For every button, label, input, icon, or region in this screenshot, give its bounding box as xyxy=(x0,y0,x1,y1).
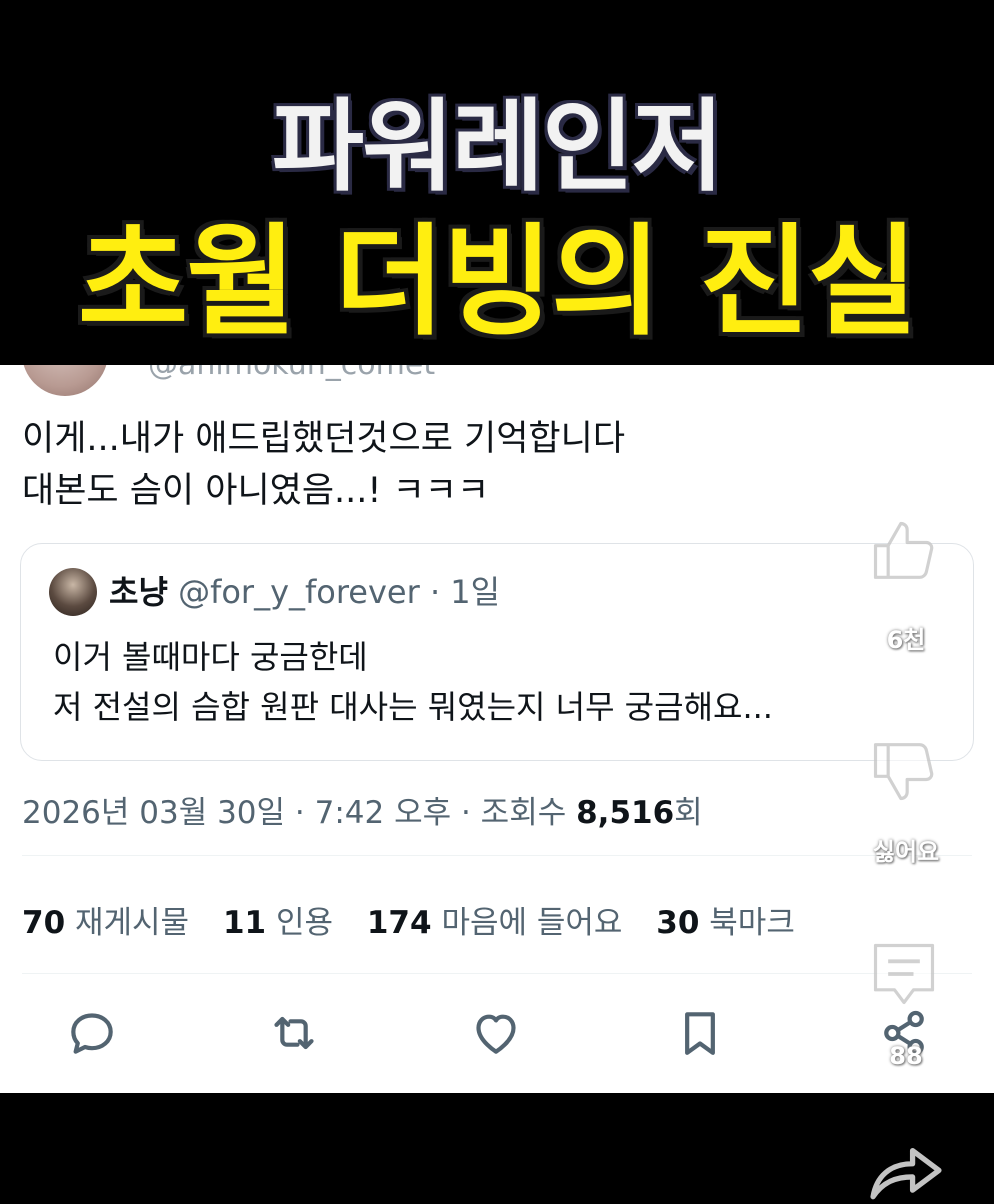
likes-count: 174 xyxy=(366,905,432,941)
banner-title-line2: 초월 더빙의 진실 xyxy=(77,213,918,352)
quoted-avatar[interactable] xyxy=(49,568,97,616)
title-banner: 파워레인저 초월 더빙의 진실 xyxy=(0,0,994,365)
likes-label: 마음에 들어요 xyxy=(441,905,623,941)
tweet-text: 이게...내가 애드립했던것으로 기억합니다 대본도 슴이 아니였음...! ㅋ… xyxy=(22,413,625,517)
view-count: 8,516 xyxy=(576,795,675,831)
tweet-text-line1: 이게...내가 애드립했던것으로 기억합니다 xyxy=(22,419,626,459)
bookmarks-stat[interactable]: 30 북마크 xyxy=(656,905,795,941)
quoted-text-line1: 이거 볼때마다 궁금한데 xyxy=(53,638,368,676)
bookmark-button[interactable] xyxy=(672,1005,728,1061)
heart-icon xyxy=(476,1014,516,1054)
thumbs-down-icon xyxy=(873,743,934,801)
bottom-bar xyxy=(0,1093,994,1200)
comment-overlay-button[interactable] xyxy=(866,934,942,1014)
bookmarks-count: 30 xyxy=(656,905,700,941)
author-avatar[interactable] xyxy=(22,365,108,396)
retweet-button[interactable] xyxy=(266,1005,322,1061)
author-handle[interactable]: @animokun_comet xyxy=(148,365,435,382)
tweet-timestamp[interactable]: 2026년 03월 30일 · 7:42 오후 · 조회수 xyxy=(22,795,576,831)
banner-title-line1: 파워레인저 xyxy=(272,88,724,205)
quotes-label: 인용 xyxy=(275,905,333,941)
reply-button[interactable] xyxy=(64,1005,120,1061)
tweet-meta: 2026년 03월 30일 · 7:42 오후 · 조회수 8,516회 xyxy=(22,787,703,832)
forward-arrow-icon xyxy=(870,1147,942,1200)
tweet-card: @animokun_comet 이게...내가 애드립했던것으로 기억합니다 대… xyxy=(0,365,994,1093)
quotes-count: 11 xyxy=(222,905,267,941)
quoted-time: · 1일 xyxy=(419,573,501,611)
engagement-stats: 70 재게시물 11 인용 174 마음에 들어요 30 북마크 xyxy=(22,897,819,942)
action-bar xyxy=(0,1005,994,1065)
quoted-name[interactable]: 초냥 xyxy=(109,573,168,611)
like-overlay-count: 6천 xyxy=(886,626,926,654)
divider xyxy=(22,973,972,974)
bookmarks-label: 북마크 xyxy=(709,905,795,941)
retweets-label: 재게시물 xyxy=(75,905,190,941)
forward-overlay-button[interactable] xyxy=(866,1144,946,1200)
share-overlay-count: 88 xyxy=(889,1042,923,1070)
divider xyxy=(22,855,972,856)
retweets-stat[interactable]: 70 재게시물 xyxy=(22,905,189,941)
bookmark-icon xyxy=(685,1012,715,1055)
dislike-overlay-button[interactable] xyxy=(866,730,942,810)
like-button[interactable] xyxy=(468,1005,524,1061)
retweet-icon xyxy=(274,1016,314,1050)
quoted-tweet[interactable]: 초냥 @for_y_forever · 1일 이거 볼때마다 궁금한데 저 전설… xyxy=(20,543,974,761)
retweets-count: 70 xyxy=(22,905,66,941)
quotes-stat[interactable]: 11 인용 xyxy=(223,905,333,941)
thumbs-up-icon xyxy=(873,521,934,579)
quoted-handle[interactable]: @for_y_forever xyxy=(178,573,420,611)
tweet-text-line2: 대본도 슴이 아니였음...! ㅋㅋㅋ xyxy=(22,471,490,511)
dislike-overlay-label: 싫어요 xyxy=(872,838,940,866)
view-count-suffix: 회 xyxy=(674,795,703,831)
likes-stat[interactable]: 174 마음에 들어요 xyxy=(367,905,623,941)
quoted-text-line2: 저 전설의 슴합 원판 대사는 뭐였는지 너무 궁금해요... xyxy=(53,688,773,726)
reply-icon xyxy=(71,1013,113,1054)
comment-icon xyxy=(873,943,935,1005)
like-overlay-button[interactable] xyxy=(866,512,942,592)
quoted-header: 초냥 @for_y_forever · 1일 xyxy=(109,572,500,612)
quoted-text: 이거 볼때마다 궁금한데 저 전설의 슴합 원판 대사는 뭐였는지 너무 궁금해… xyxy=(53,632,773,732)
